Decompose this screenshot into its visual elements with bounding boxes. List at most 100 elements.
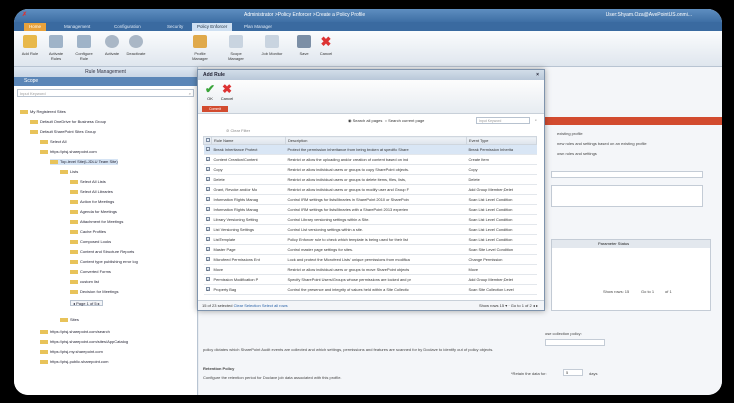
page-input[interactable]: 1 [522, 303, 524, 308]
column-header[interactable]: Event Type [466, 136, 537, 145]
tree-item[interactable]: Content and Structure Reports [70, 249, 134, 255]
clear-selection-link[interactable]: Clear Selection [234, 303, 261, 308]
row-checkbox[interactable]: ✓ [203, 234, 212, 245]
tree-pager[interactable]: ◂ Page 1 of 5 ▸ [70, 300, 103, 306]
ok-button[interactable]: ✔ OK [201, 83, 219, 102]
tree-item[interactable]: Composed Looks [70, 239, 111, 245]
profile-manager-button[interactable]: Profile Manager [188, 35, 212, 61]
add-rule-button[interactable]: Add Rule [18, 35, 42, 56]
tree-item[interactable]: Action for Meetings [70, 199, 114, 205]
table-row[interactable]: ✓ Content Creation/Content Restrict or all… [203, 154, 537, 165]
search-icon[interactable]: ⌕ [189, 90, 191, 97]
tree-item[interactable]: Lists [60, 169, 78, 175]
tree-item[interactable]: Agenda for Meetings [70, 209, 117, 215]
tree-item[interactable]: Select All [40, 139, 66, 145]
table-row[interactable]: ✓ Property Bag Control the presence and in… [203, 284, 537, 295]
select-all-link[interactable]: Select all rows [262, 303, 288, 308]
row-checkbox[interactable]: ✓ [203, 154, 212, 165]
row-checkbox[interactable]: ✓ [203, 194, 212, 205]
table-row[interactable]: ✓ Information Rights Manag Control IRM set… [203, 204, 537, 215]
rows-per-page-select[interactable]: 15 [500, 303, 504, 308]
tree-item[interactable]: https://ptsj.sharepoint.com/sites/AppCat… [40, 339, 128, 345]
tree-item[interactable]: Converted Forms [70, 269, 111, 275]
column-header[interactable]: Description [285, 136, 467, 145]
search-scope-radios[interactable]: ◉ Search all pages ○ Search current page [348, 118, 424, 123]
tree-item[interactable]: Default OneDrive for Business Group [30, 119, 106, 125]
table-cell: Control Library versioning settings with… [285, 214, 467, 225]
table-row[interactable]: ✓ Grant, Revoke and/or Mo Restrict or allo… [203, 184, 537, 195]
scope-manager-button[interactable]: Scope Manager [224, 35, 248, 61]
option-own-rules[interactable]: own rules and settings [557, 151, 597, 156]
retain-days-input[interactable]: 5 [563, 369, 583, 376]
row-checkbox[interactable]: ✓ [203, 284, 212, 295]
tree-item[interactable]: My Registered Sites [20, 109, 66, 115]
tab-plan-manager[interactable]: Plan Manager [239, 23, 277, 31]
configure-rule-button[interactable]: Configure Rule [72, 35, 96, 61]
dialog-close-icon[interactable]: × [536, 70, 539, 80]
tab-configuration[interactable]: Configuration [109, 23, 146, 31]
activate-button[interactable]: Activate [100, 35, 124, 56]
table-row[interactable]: ✓ Break Inheritance Protect Protect the pe… [203, 144, 537, 155]
goto-page[interactable]: Go to 1 [641, 289, 654, 294]
row-checkbox[interactable]: ✓ [203, 254, 212, 265]
table-row[interactable]: ✓ ListTemplate Policy Enforcer rule to che… [203, 234, 537, 245]
table-row[interactable]: ✓ Microfeed Permissions Ent Lock and prote… [203, 254, 537, 265]
table-row[interactable]: ✓ Master Page Control master page settings… [203, 244, 537, 255]
table-row[interactable]: ✓ Information Rights Manag Control IRM set… [203, 194, 537, 205]
tree-item[interactable]: Content type publishing error log [70, 259, 138, 265]
row-checkbox[interactable]: ✓ [203, 204, 212, 215]
search-icon[interactable]: ⌕ [535, 117, 537, 123]
save-button[interactable]: Save [292, 35, 316, 56]
tab-home[interactable]: Home [24, 23, 47, 31]
keyword-input[interactable]: Input Keyword ⌕ [476, 117, 537, 124]
clear-filter-button[interactable]: ⊘ Clear Filter [226, 128, 250, 133]
tree-item[interactable]: Decision for Meetings [70, 289, 118, 295]
dialog-cancel-button[interactable]: ✖ Cancel [218, 83, 236, 102]
table-row[interactable]: ✓ Move Restrict or allow individual users … [203, 264, 537, 275]
tree-item[interactable]: Cache Profiles [70, 229, 106, 235]
scope-search-input[interactable]: Input Keyword ⌕ [17, 89, 194, 97]
deactivate-button[interactable]: Deactivate [124, 35, 148, 56]
table-row[interactable]: ✓ Library Versioning Setting Control Libra… [203, 214, 537, 225]
tree-item[interactable]: Default SharePoint Sites Group [30, 129, 96, 135]
tree-item[interactable]: Select All Libraries [70, 189, 113, 195]
tree-item[interactable]: Select All Lists [70, 179, 106, 185]
table-row[interactable]: ✓ List Versioning Settings Control List ve… [203, 224, 537, 235]
tree-item[interactable]: Top-level Site(LJDLU Team Site) [50, 159, 118, 165]
user-label[interactable]: User:Shyam.Oza@AvePointUS.onmi... [606, 9, 692, 22]
activate-rules-button[interactable]: Activate Rules [44, 35, 68, 61]
table-row[interactable]: ✓ Copy Restrict or allow individual users … [203, 164, 537, 175]
column-header[interactable]: Rule Name [211, 136, 286, 145]
row-checkbox[interactable]: ✓ [203, 144, 212, 155]
tab-security[interactable]: Security [162, 23, 188, 31]
table-row[interactable]: ✓ Permission Modification P Specify ShareP… [203, 274, 537, 285]
tree-item[interactable]: https://ptsj.sharepoint.com [40, 149, 97, 155]
row-checkbox[interactable]: ✓ [203, 244, 212, 255]
tab-policy-enforcer[interactable]: Policy Enforcer [192, 23, 233, 31]
row-checkbox[interactable]: ✓ [203, 274, 212, 285]
row-checkbox[interactable]: ✓ [203, 184, 212, 195]
table-row[interactable]: ✓ Delete Restrict or allow individual user… [203, 174, 537, 185]
row-checkbox[interactable]: ✓ [203, 174, 212, 185]
tree-item[interactable]: Sites [60, 317, 79, 323]
tree-item[interactable]: https://ptsj.sharepoint.com/search [40, 329, 110, 335]
option-existing-profile[interactable]: existing profile [557, 131, 583, 136]
row-checkbox[interactable]: ✓ [203, 264, 212, 275]
show-rows[interactable]: Show rows: 15 [603, 289, 629, 294]
tree-item[interactable]: https://ptsj.my.sharepoint.com [40, 349, 103, 355]
row-checkbox[interactable]: ✓ [203, 214, 212, 225]
tree-item[interactable]: Attachment for Meetings [70, 219, 123, 225]
tree-item[interactable]: custom list [70, 279, 99, 285]
tab-management[interactable]: Management [59, 23, 95, 31]
row-checkbox[interactable]: ✓ [203, 164, 212, 175]
job-monitor-button[interactable]: Job Monitor [260, 35, 284, 56]
cancel-button[interactable]: ✖ Cancel [314, 35, 338, 56]
row-checkbox[interactable]: ✓ [203, 224, 212, 235]
profile-name-input[interactable] [551, 171, 703, 178]
collection-policy-select[interactable] [545, 339, 605, 346]
description-input[interactable] [551, 185, 703, 207]
option-based-on-existing[interactable]: new rules and settings based on an exist… [557, 141, 647, 146]
select-all-checkbox[interactable] [203, 136, 212, 145]
tree-item[interactable]: https://ptsj-public.sharepoint.com [40, 359, 108, 365]
folder-icon [70, 239, 78, 244]
